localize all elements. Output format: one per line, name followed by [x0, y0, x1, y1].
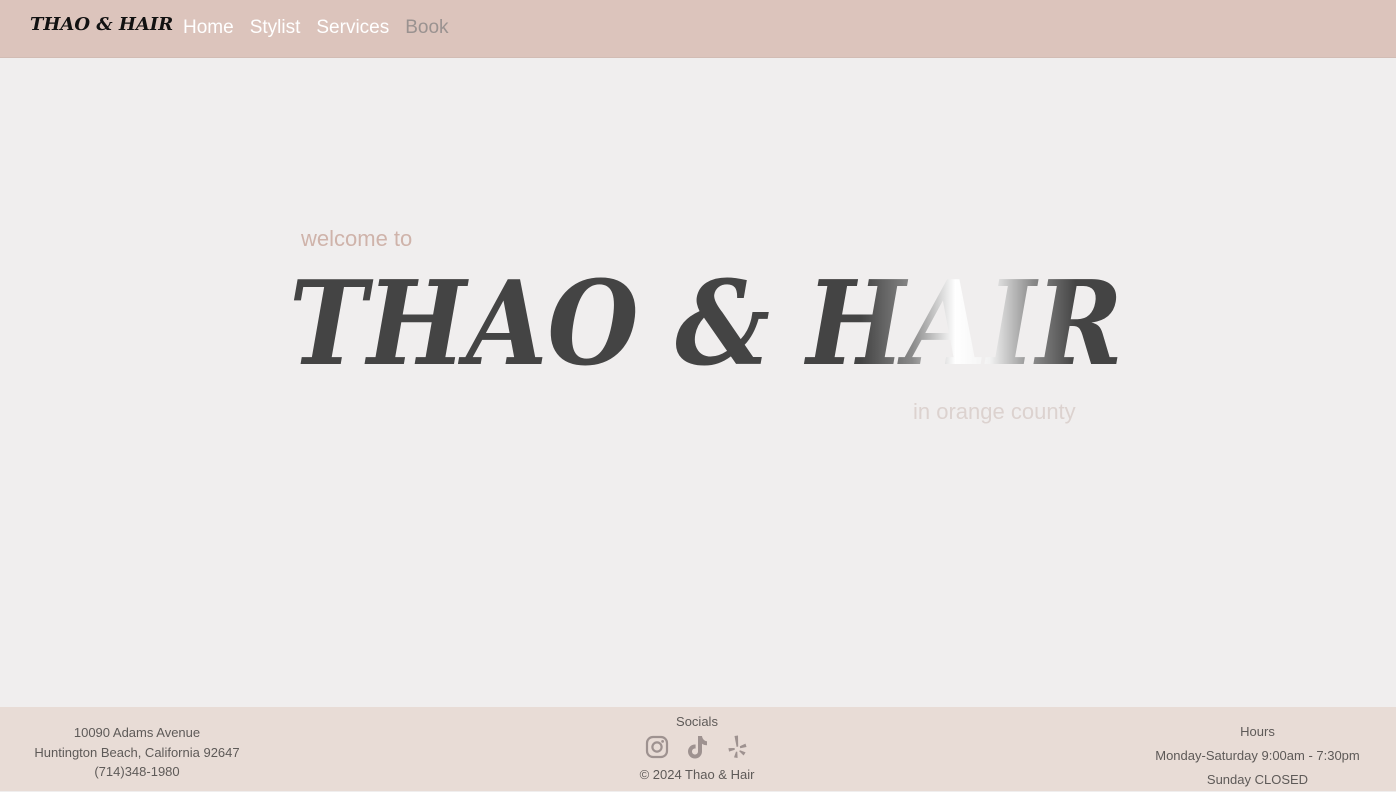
navbar: THAO & HAIR Home Stylist Services Book: [0, 0, 1396, 58]
nav-link-stylist[interactable]: Stylist: [250, 17, 301, 39]
hours-sunday: Sunday CLOSED: [1206, 772, 1309, 787]
footer-socials: Socials © 2024 Thao & Hair: [597, 714, 797, 782]
nav-link-home[interactable]: Home: [183, 17, 234, 39]
instagram-icon[interactable]: [645, 735, 669, 759]
phone-number[interactable]: (714)348-1980: [22, 762, 252, 782]
nav-links: Home Stylist Services Book: [183, 17, 449, 39]
social-icons: [597, 733, 797, 761]
hours-weekday: Monday-Saturday 9:00am - 7:30pm: [1155, 748, 1360, 763]
nav-link-book[interactable]: Book: [405, 17, 448, 39]
nav-link-services[interactable]: Services: [316, 17, 389, 39]
hours-title: Hours: [1240, 724, 1275, 739]
yelp-icon[interactable]: [725, 734, 749, 760]
footer: 10090 Adams Avenue Huntington Beach, Cal…: [0, 707, 1396, 791]
hero-subtitle: in orange county: [913, 399, 1076, 424]
socials-title: Socials: [676, 714, 718, 729]
hero-title-text: THAO & HAIR: [289, 256, 1123, 386]
hero-title-svg: THAO & HAIR: [289, 256, 1123, 386]
address-line1: 10090 Adams Avenue: [73, 725, 201, 740]
address-line2: Huntington Beach, California 92647: [34, 744, 240, 760]
footer-address: 10090 Adams Avenue Huntington Beach, Cal…: [22, 723, 252, 782]
copyright-text: © 2024 Thao & Hair: [639, 767, 755, 782]
hero-title: THAO & HAIR: [276, 246, 1136, 386]
footer-hours: Hours Monday-Saturday 9:00am - 7:30pm Su…: [1130, 720, 1385, 792]
tiktok-icon[interactable]: [685, 734, 709, 760]
brand-logo[interactable]: THAO & HAIR: [30, 14, 173, 35]
